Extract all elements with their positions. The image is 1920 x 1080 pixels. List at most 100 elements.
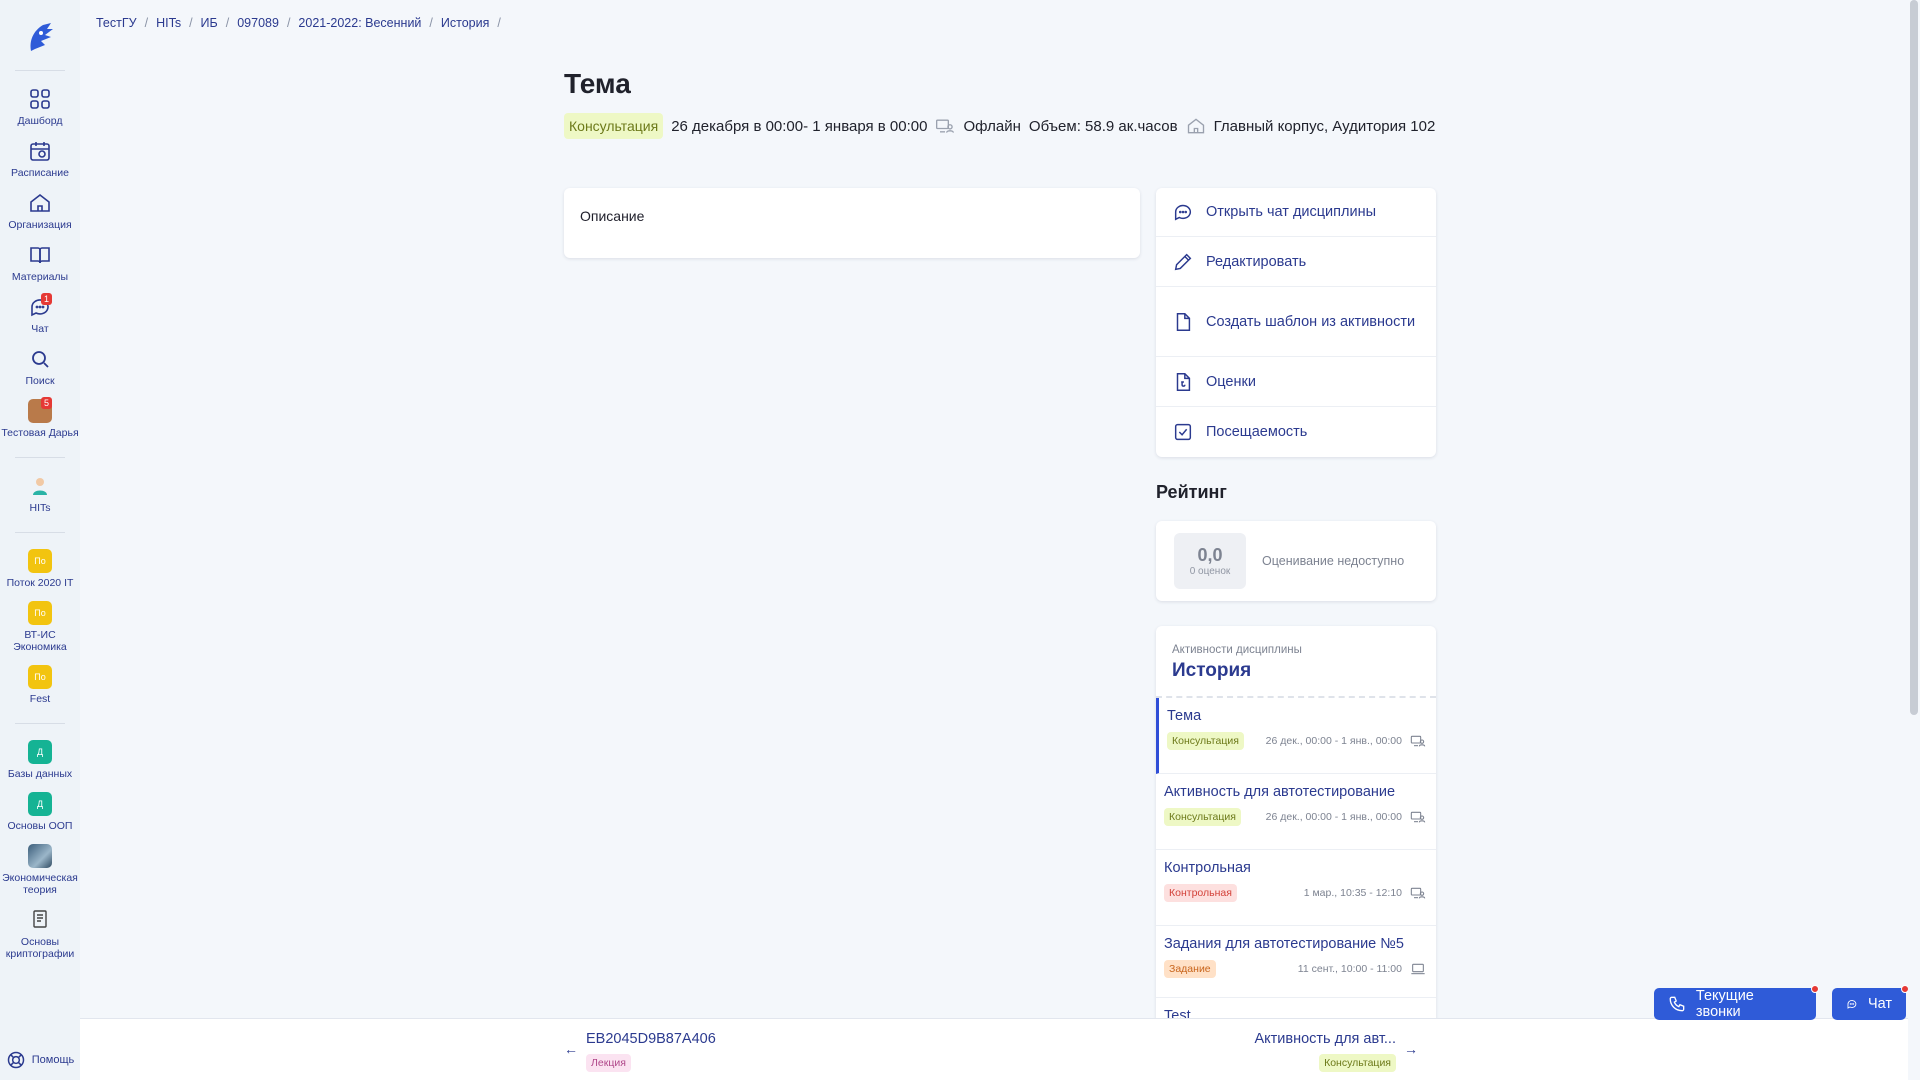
sidebar-item-discipline[interactable]: Д Основы ООП	[0, 786, 80, 838]
page-title: Тема	[564, 68, 631, 99]
breadcrumb-separator: /	[225, 16, 230, 30]
scrollbar-thumb[interactable]	[1910, 0, 1918, 715]
book-icon	[30, 247, 50, 264]
actions-card: Открыть чат дисциплины Редактировать Соз…	[1156, 188, 1436, 457]
current-calls-button[interactable]: Текущие звонки	[1654, 985, 1819, 1020]
next-activity-type: Консультация	[1319, 1054, 1396, 1072]
edit-button[interactable]: Редактировать	[1156, 237, 1436, 287]
chat-bubble-icon	[1174, 204, 1192, 221]
grades-button[interactable]: Оценки	[1156, 357, 1436, 407]
help-button[interactable]: Помощь	[0, 1050, 80, 1070]
rating-heading: Рейтинг	[1156, 482, 1227, 502]
sidebar-item-label: Экономическая теория	[2, 872, 78, 896]
activity-name: Тема	[1167, 708, 1202, 724]
sidebar-item-materials[interactable]: Материалы	[0, 237, 80, 289]
open-discipline-chat-button[interactable]: Открыть чат дисциплины	[1156, 188, 1436, 237]
activity-name: Задания для автотестирование №5	[1164, 936, 1404, 952]
action-label: Создать шаблон из активности	[1206, 313, 1416, 330]
next-activity-name: Активность для авт...	[1254, 1031, 1396, 1047]
score-box: 0,0 0 оценок	[1174, 533, 1246, 589]
scrollbar[interactable]	[1908, 0, 1920, 1080]
rating-card: 0,0 0 оценок Оценивание недоступно	[1156, 521, 1436, 601]
laptop-icon	[1411, 963, 1425, 975]
breadcrumb-item[interactable]: 097089	[237, 16, 279, 30]
action-label: Посещаемость	[1206, 424, 1308, 440]
offline-presence-icon	[1410, 811, 1426, 823]
sidebar-item-label: Базы данных	[7, 768, 73, 780]
activity-list-item[interactable]: Контрольная Контрольная 1 мар., 10:35 - …	[1156, 850, 1436, 926]
sidebar-divider	[15, 70, 65, 71]
next-activity-link[interactable]: Активность для авт... Консультация →	[1254, 1031, 1418, 1072]
sidebar-divider	[15, 532, 65, 533]
sidebar-item-group[interactable]: По Поток 2020 IT	[0, 543, 80, 595]
sidebar-item-label: Поиск	[25, 375, 55, 387]
grade-document-icon	[1176, 372, 1191, 391]
chat-button[interactable]: Чат	[1832, 985, 1909, 1020]
activity-list-item[interactable]: Тема Консультация 26 дек., 00:00 - 1 янв…	[1156, 698, 1436, 774]
activity-time: 26 дек., 00:00 - 1 янв., 00:00	[1265, 811, 1402, 823]
sidebar-item-label: Поток 2020 IT	[6, 577, 74, 589]
offline-presence-icon	[1410, 887, 1426, 899]
offline-presence-icon	[936, 119, 955, 133]
rating-status: Оценивание недоступно	[1262, 554, 1405, 568]
discipline-avatar	[28, 844, 52, 868]
chat-icon	[1847, 1000, 1857, 1009]
pencil-icon	[1174, 253, 1192, 270]
breadcrumb-item[interactable]: 2021-2022: Весенний	[298, 16, 421, 30]
arrow-left-icon: ←	[564, 1041, 578, 1057]
current-calls-label: Текущие звонки	[1695, 988, 1754, 1020]
discipline-name[interactable]: История	[1172, 660, 1420, 682]
activity-list-item[interactable]: Задания для автотестирование №5 Задание …	[1156, 926, 1436, 998]
sidebar-item-search[interactable]: Поиск	[0, 341, 80, 393]
sidebar-item-dashboard[interactable]: Дашборд	[0, 81, 80, 133]
sidebar-item-group[interactable]: По ВТ-ИС Экономика	[0, 595, 80, 659]
breadcrumb-separator: /	[144, 16, 149, 30]
sidebar-item-label: Чат	[31, 323, 49, 335]
create-template-button[interactable]: Создать шаблон из активности	[1156, 287, 1436, 357]
sidebar-item-label: Дашборд	[17, 115, 63, 127]
sidebar-item-label: ВТ-ИС Экономика	[13, 629, 67, 653]
activity-navigation-bar: ← EB2045D9B87A406 Лекция Активность для …	[80, 1018, 1920, 1080]
sidebar-item-discipline[interactable]: Экономическая теория	[0, 838, 80, 902]
activity-volume: Объем: 58.9 ак.часов	[1028, 117, 1178, 135]
sidebar-item-label: HITs	[29, 502, 51, 514]
action-label: Открыть чат дисциплины	[1206, 204, 1376, 220]
sidebar-divider	[15, 457, 65, 458]
university-logo[interactable]	[25, 18, 55, 58]
breadcrumb-separator: /	[286, 16, 291, 30]
lifebuoy-icon	[7, 1051, 24, 1069]
sidebar-item-organization[interactable]: Организация	[0, 185, 80, 237]
document-stack-icon	[33, 910, 47, 928]
offline-presence-icon	[1410, 735, 1426, 747]
breadcrumb-item[interactable]: ИБ	[201, 16, 218, 30]
description-label: Описание	[580, 208, 645, 224]
score-value: 0,0	[1197, 545, 1223, 565]
breadcrumb: ТестГУ / HITs / ИБ / 097089 / 2021-2022: Вес…	[96, 16, 501, 30]
sidebar-item-chat[interactable]: 1 Чат	[0, 289, 80, 341]
dashboard-icon	[30, 89, 50, 109]
attendance-button[interactable]: Посещаемость	[1156, 407, 1436, 457]
score-count: 0 оценок	[1189, 566, 1231, 577]
sidebar-item-hits[interactable]: HITs	[0, 468, 80, 520]
activity-name: Контрольная	[1164, 860, 1251, 876]
activity-list-item[interactable]: Активность для автотестирование Консульт…	[1156, 774, 1436, 850]
sidebar-item-label: Материалы	[11, 271, 69, 283]
sidebar-item-label: Расписание	[11, 167, 69, 179]
activity-type-badge: Задание	[1164, 960, 1216, 978]
sidebar-item-group[interactable]: По Fest	[0, 659, 80, 711]
sidebar-item-label: Основы ООП	[7, 820, 73, 832]
breadcrumb-separator: /	[497, 16, 501, 30]
breadcrumb-item[interactable]: HITs	[156, 16, 181, 30]
activity-meta: Консультация 26 декабря в 00:00- 1 январ…	[564, 112, 1435, 140]
profile-badge: 5	[41, 397, 53, 409]
breadcrumb-item[interactable]: История	[441, 16, 489, 30]
previous-activity-link[interactable]: ← EB2045D9B87A406 Лекция	[564, 1031, 716, 1072]
sidebar-item-schedule[interactable]: Расписание	[0, 133, 80, 185]
sidebar-item-discipline[interactable]: Основы криптографии	[0, 902, 80, 966]
group-avatar: По	[28, 665, 52, 689]
activities-subtitle: Активности дисциплины	[1172, 644, 1302, 656]
sidebar-item-discipline[interactable]: Д Базы данных	[0, 734, 80, 786]
breadcrumb-item[interactable]: ТестГУ	[96, 16, 137, 30]
sidebar-item-profile[interactable]: 5 Тестовая Дарья	[0, 393, 80, 445]
document-icon	[1176, 312, 1191, 331]
